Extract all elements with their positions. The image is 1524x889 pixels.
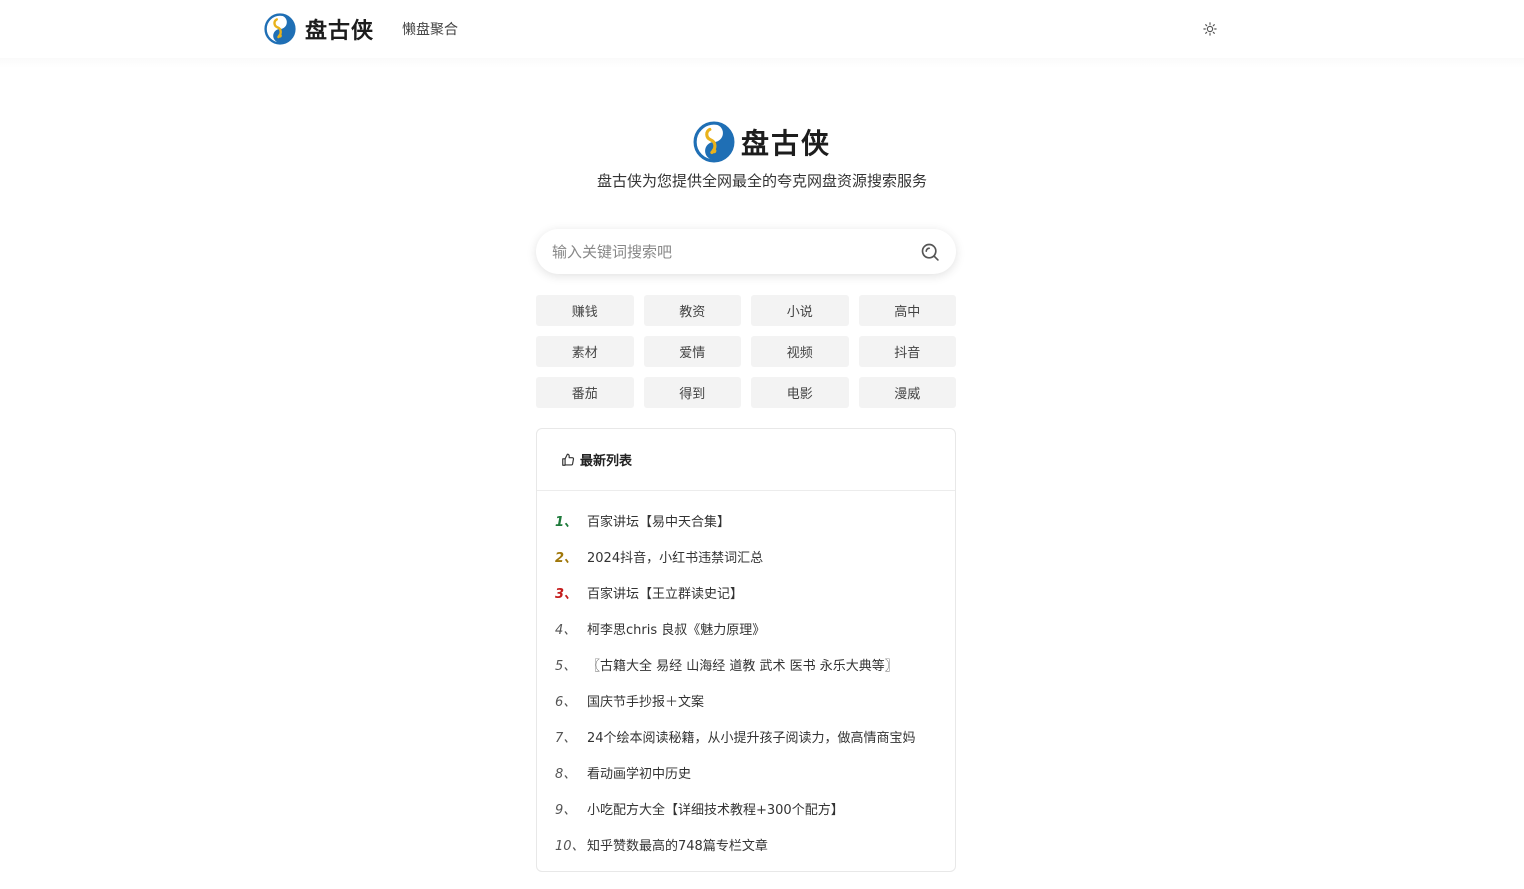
list-item-title[interactable]: 知乎赞数最高的748篇专栏文章 [587, 835, 935, 854]
search-input[interactable] [536, 229, 908, 274]
latest-list-title: 最新列表 [580, 454, 633, 469]
top-bar: 盘古侠 懒盘聚合 [0, 0, 1524, 58]
tag-button[interactable]: 得到 [643, 377, 741, 408]
hero-logo-icon [693, 121, 735, 163]
thumbs-up-icon [562, 453, 575, 466]
list-item[interactable]: 4、 柯李思chris 良叔《魅力原理》 [537, 610, 955, 646]
list-item-title[interactable]: 柯李思chris 良叔《魅力原理》 [587, 619, 935, 638]
tag-button[interactable]: 素材 [536, 336, 634, 367]
list-item[interactable]: 5、 〖古籍大全 易经 山海经 道教 武术 医书 永乐大典等〗 [537, 646, 955, 682]
list-item-rank: 4、 [555, 622, 577, 638]
search-box [536, 229, 956, 274]
list-item[interactable]: 8、 看动画学初中历史 [537, 754, 955, 790]
list-item-rank: 6、 [555, 694, 577, 710]
latest-list: 1、 百家讲坛【易中天合集】 2、 2024抖音，小红书违禁词汇总 3、 百家讲… [537, 491, 955, 862]
list-item[interactable]: 7、 24个绘本阅读秘籍，从小提升孩子阅读力，做高情商宝妈 [537, 718, 955, 754]
list-item[interactable]: 9、 小吃配方大全【详细技术教程+300个配方】 [537, 790, 955, 826]
hero-logo-row: 盘古侠 [0, 120, 1524, 164]
logo-icon [264, 13, 296, 45]
latest-list-header: 最新列表 [537, 429, 955, 491]
list-item-title[interactable]: 24个绘本阅读秘籍，从小提升孩子阅读力，做高情商宝妈 [587, 727, 935, 746]
list-item-title[interactable]: 看动画学初中历史 [587, 763, 935, 782]
list-item[interactable]: 10、 知乎赞数最高的748篇专栏文章 [537, 826, 955, 862]
tag-button[interactable]: 视频 [751, 336, 849, 367]
tag-button[interactable]: 教资 [643, 295, 741, 326]
latest-list-card: 最新列表 1、 百家讲坛【易中天合集】 2、 2024抖音，小红书违禁词汇总 3… [536, 428, 956, 872]
list-item[interactable]: 6、 国庆节手抄报＋文案 [537, 682, 955, 718]
brand-name: 盘古侠 [305, 19, 375, 44]
list-item-rank: 10、 [555, 838, 585, 854]
list-item[interactable]: 1、 百家讲坛【易中天合集】 [537, 502, 955, 538]
list-item-title[interactable]: 百家讲坛【易中天合集】 [587, 511, 935, 530]
list-item-title[interactable]: 小吃配方大全【详细技术教程+300个配方】 [587, 799, 935, 818]
header-shadow-band [0, 58, 1524, 68]
brand-home-link[interactable]: 盘古侠 [264, 0, 374, 58]
sun-icon [1203, 22, 1217, 36]
list-item-rank: 5、 [555, 658, 577, 674]
tag-button[interactable]: 赚钱 [536, 295, 634, 326]
list-item-rank: 7、 [555, 730, 577, 746]
search-icon [921, 243, 939, 261]
list-item-rank: 3、 [555, 586, 578, 602]
tag-button[interactable]: 电影 [751, 377, 849, 408]
list-item-title[interactable]: 百家讲坛【王立群读史记】 [587, 583, 935, 602]
tag-button[interactable]: 小说 [751, 295, 849, 326]
list-item-title[interactable]: 2024抖音，小红书违禁词汇总 [587, 547, 935, 566]
list-item[interactable]: 3、 百家讲坛【王立群读史记】 [537, 574, 955, 610]
list-item-title[interactable]: 〖古籍大全 易经 山海经 道教 武术 医书 永乐大典等〗 [587, 655, 935, 674]
hot-tags: 赚钱 教资 小说 高中 素材 爱情 视频 抖音 番茄 得到 电影 漫威 [536, 295, 956, 408]
theme-toggle-button[interactable] [1200, 19, 1220, 39]
list-item[interactable]: 2、 2024抖音，小红书违禁词汇总 [537, 538, 955, 574]
list-item-title[interactable]: 国庆节手抄报＋文案 [587, 691, 935, 710]
hero-subtitle: 盘古侠为您提供全网最全的夸克网盘资源搜索服务 [596, 172, 927, 190]
list-item-rank: 9、 [555, 802, 577, 818]
tag-button[interactable]: 爱情 [643, 336, 741, 367]
search-button[interactable] [908, 229, 952, 274]
tag-button[interactable]: 漫威 [858, 377, 956, 408]
nav-link-lanpan[interactable]: 懒盘聚合 [402, 19, 458, 39]
top-bar-inner: 盘古侠 懒盘聚合 [264, 0, 1224, 58]
list-item-rank: 1、 [555, 514, 578, 530]
list-item-rank: 8、 [555, 766, 577, 782]
list-item-rank: 2、 [555, 550, 578, 566]
tag-button[interactable]: 高中 [858, 295, 956, 326]
hero-title: 盘古侠 [740, 127, 831, 160]
tag-button[interactable]: 抖音 [858, 336, 956, 367]
tag-button[interactable]: 番茄 [536, 377, 634, 408]
